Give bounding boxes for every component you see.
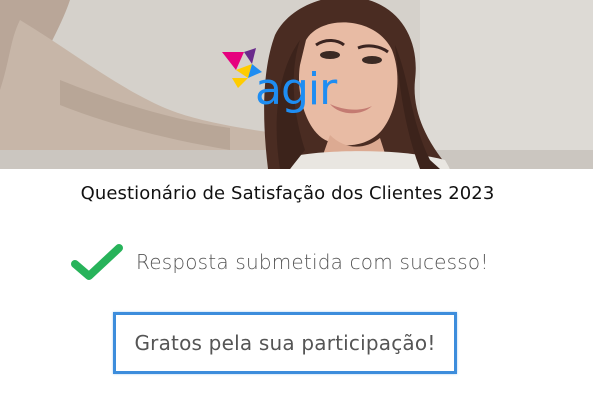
agir-wordmark: agir xyxy=(255,64,337,115)
thanks-box: Gratos pela sua participação! xyxy=(113,312,457,374)
success-message: Resposta submetida com sucesso! xyxy=(136,250,489,274)
hero-banner: agir xyxy=(0,0,593,169)
checkmark-icon xyxy=(71,244,123,280)
success-message-row: Resposta submetida com sucesso! xyxy=(70,240,489,284)
survey-confirmation-page: agir Questionário de Satisfação dos Clie… xyxy=(0,0,593,413)
thanks-message: Gratos pela sua participação! xyxy=(134,331,436,355)
survey-title: Questionário de Satisfação dos Clientes … xyxy=(80,183,495,204)
agir-logo: agir xyxy=(222,48,362,123)
